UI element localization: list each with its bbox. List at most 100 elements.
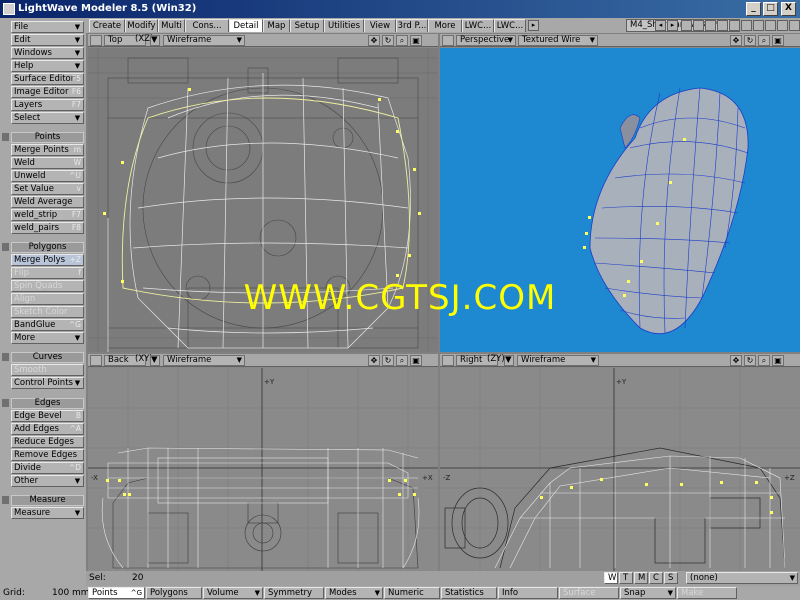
layer-icon-10[interactable] xyxy=(789,20,800,31)
select-menu[interactable]: Select ▼ xyxy=(11,112,84,124)
render-mode-select[interactable]: Wireframe ▼ xyxy=(163,35,245,46)
more-polygons-menu[interactable]: More ▼ xyxy=(11,332,84,344)
bandglue-button[interactable]: BandGlue ^G xyxy=(11,319,84,331)
points-mode-button[interactable]: Points ^G xyxy=(88,587,145,599)
tab-view[interactable]: View xyxy=(364,19,396,32)
make-button[interactable]: Make xyxy=(677,587,737,599)
sketch-color-button[interactable]: Sketch Color xyxy=(11,306,84,318)
windows-menu[interactable]: Windows ▼ xyxy=(11,47,84,59)
perspective-canvas[interactable] xyxy=(440,48,800,352)
zoom-view-icon[interactable]: ⌕ xyxy=(396,355,408,366)
zoom-view-icon[interactable]: ⌕ xyxy=(758,355,770,366)
set-value-button[interactable]: Set Value v xyxy=(11,183,84,195)
weld-average-button[interactable]: Weld Average xyxy=(11,196,84,208)
layer-icon-3[interactable] xyxy=(705,20,716,31)
toggle-s[interactable]: S xyxy=(664,572,678,584)
tab-setup[interactable]: Setup xyxy=(290,19,324,32)
image-editor-button[interactable]: Image Editor F6 xyxy=(11,86,84,98)
info-button[interactable]: Info xyxy=(498,587,558,599)
volume-button[interactable]: Volume ▼ xyxy=(203,587,263,599)
align-button[interactable]: Align xyxy=(11,293,84,305)
viewport-menu-icon[interactable] xyxy=(442,35,454,46)
move-view-icon[interactable]: ✥ xyxy=(368,35,380,46)
weld-button[interactable]: Weld W xyxy=(11,157,84,169)
tab-more[interactable]: More xyxy=(428,19,462,32)
move-view-icon[interactable]: ✥ xyxy=(730,355,742,366)
zoom-view-icon[interactable]: ⌕ xyxy=(758,35,770,46)
surface-button[interactable]: Surface xyxy=(559,587,619,599)
tab-multi[interactable]: Multi xyxy=(158,19,185,32)
unweld-button[interactable]: Unweld ^U xyxy=(11,170,84,182)
file-menu[interactable]: File ▼ xyxy=(11,21,84,33)
tab-create[interactable]: Create xyxy=(89,19,125,32)
surface-editor-button[interactable]: Surface Editor F5 xyxy=(11,73,84,85)
spin-quads-button[interactable]: Spin Quads xyxy=(11,280,84,292)
layer-icon-7[interactable] xyxy=(753,20,764,31)
control-points-menu[interactable]: Control Points ▼ xyxy=(11,377,84,389)
render-mode-select[interactable]: Wireframe ▼ xyxy=(517,355,599,366)
flip-button[interactable]: Flip f xyxy=(11,267,84,279)
add-edges-button[interactable]: Add Edges ^A xyxy=(11,423,84,435)
tab-detail[interactable]: Detail xyxy=(229,19,263,32)
edge-bevel-button[interactable]: Edge Bevel B xyxy=(11,410,84,422)
maximize-view-icon[interactable]: ▣ xyxy=(772,35,784,46)
viewport-menu-icon[interactable] xyxy=(442,355,454,366)
move-view-icon[interactable]: ✥ xyxy=(368,355,380,366)
other-edges-menu[interactable]: Other ▼ xyxy=(11,475,84,487)
render-mode-select[interactable]: Textured Wire ▼ xyxy=(518,35,598,46)
remove-edges-button[interactable]: Remove Edges xyxy=(11,449,84,461)
divide-button[interactable]: Divide ^D xyxy=(11,462,84,474)
viewport-right[interactable]: Right (ZY) ▼ Wireframe ▼ ✥ ↻ ⌕ ▣ +Y -Z +… xyxy=(440,354,800,571)
next-object-icon[interactable]: ▸ xyxy=(667,20,678,31)
close-button[interactable]: X xyxy=(781,2,796,16)
help-menu[interactable]: Help ▼ xyxy=(11,60,84,72)
viewport-back[interactable]: Back (XY) ▼ Wireframe ▼ ✥ ↻ ⌕ ▣ +Y -X +X xyxy=(88,354,438,571)
render-mode-select[interactable]: Wireframe ▼ xyxy=(163,355,245,366)
layer-icon-8[interactable] xyxy=(765,20,776,31)
move-view-icon[interactable]: ✥ xyxy=(730,35,742,46)
maximize-view-icon[interactable]: ▣ xyxy=(772,355,784,366)
rotate-view-icon[interactable]: ↻ xyxy=(382,355,394,366)
tab-3rd-party[interactable]: 3rd P... xyxy=(396,19,428,32)
layer-icon-2[interactable] xyxy=(693,20,704,31)
merge-polys-button[interactable]: Merge Polys +Z xyxy=(11,254,84,266)
tab-construct[interactable]: Cons... xyxy=(185,19,229,32)
viewport-menu-icon[interactable] xyxy=(90,355,102,366)
statistics-button[interactable]: Statistics xyxy=(441,587,497,599)
rotate-view-icon[interactable]: ↻ xyxy=(382,35,394,46)
tab-modify[interactable]: Modify xyxy=(125,19,158,32)
view-type-select[interactable]: Perspective ▼ xyxy=(456,35,516,46)
weld-pairs-button[interactable]: weld_pairs F8 xyxy=(11,222,84,234)
minimize-button[interactable]: _ xyxy=(746,2,761,16)
zoom-view-icon[interactable]: ⌕ xyxy=(396,35,408,46)
top-view-canvas[interactable] xyxy=(88,48,438,352)
layer-icon-5[interactable] xyxy=(729,20,740,31)
surface-status-select[interactable]: (none) ▼ xyxy=(686,572,798,584)
smooth-button[interactable]: Smooth xyxy=(11,364,84,376)
layers-button[interactable]: Layers F7 xyxy=(11,99,84,111)
layer-icon-1[interactable] xyxy=(681,20,692,31)
tab-utilities[interactable]: Utilities xyxy=(324,19,364,32)
toggle-m[interactable]: M xyxy=(634,572,648,584)
edit-menu[interactable]: Edit ▼ xyxy=(11,34,84,46)
viewport-perspective[interactable]: Perspective ▼ Textured Wire ▼ ✥ ↻ ⌕ ▣ xyxy=(440,34,800,352)
right-view-canvas[interactable]: +Y -Z +Z xyxy=(440,368,800,571)
modes-button[interactable]: Modes ▼ xyxy=(325,587,383,599)
tab-map[interactable]: Map xyxy=(263,19,290,32)
snap-button[interactable]: Snap ▼ xyxy=(620,587,676,599)
maximize-view-icon[interactable]: ▣ xyxy=(410,355,422,366)
reduce-edges-button[interactable]: Reduce Edges xyxy=(11,436,84,448)
layer-icon-6[interactable] xyxy=(741,20,752,31)
tab-lwc-2[interactable]: LWC... xyxy=(494,19,526,32)
maximize-view-icon[interactable]: ▣ xyxy=(410,35,422,46)
layer-icon-9[interactable] xyxy=(777,20,788,31)
viewport-top[interactable]: Top (XZ) ▼ Wireframe ▼ ✥ ↻ ⌕ ▣ xyxy=(88,34,438,352)
prev-object-icon[interactable]: ◂ xyxy=(655,20,666,31)
merge-points-button[interactable]: Merge Points m xyxy=(11,144,84,156)
back-view-canvas[interactable]: +Y -X +X xyxy=(88,368,438,571)
numeric-button[interactable]: Numeric xyxy=(384,587,440,599)
rotate-view-icon[interactable]: ↻ xyxy=(744,35,756,46)
chevron-down-icon[interactable]: ▼ xyxy=(150,35,160,46)
symmetry-button[interactable]: Symmetry xyxy=(264,587,324,599)
chevron-down-icon[interactable]: ▼ xyxy=(150,355,160,366)
